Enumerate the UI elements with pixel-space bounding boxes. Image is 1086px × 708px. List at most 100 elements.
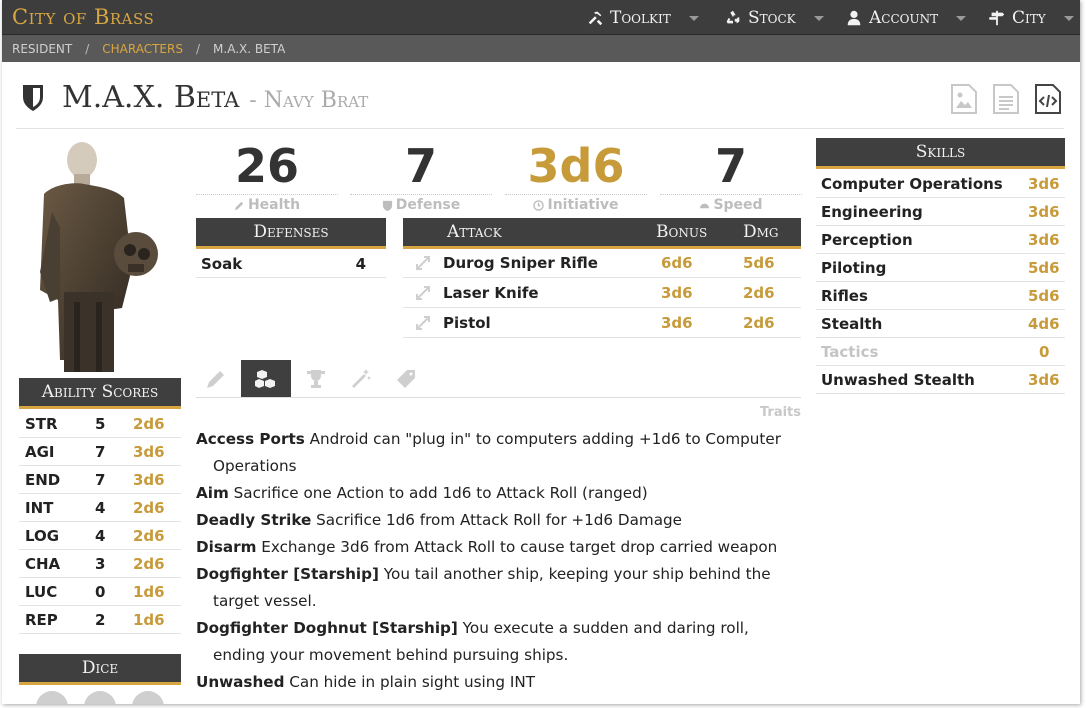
stat-health-label: Health	[247, 197, 301, 213]
trait-name: Access Ports	[196, 430, 305, 448]
skill-dice[interactable]: 5d6	[1028, 287, 1060, 305]
traits-label: Traits	[759, 405, 801, 420]
trait-name: Aim	[196, 484, 229, 502]
stat-speed-label-row: Speed	[660, 194, 802, 214]
breadcrumb-separator: /	[85, 41, 90, 56]
character-portrait	[40, 142, 158, 372]
nav-city[interactable]: City	[988, 7, 1074, 29]
trait-name: Deadly Strike	[196, 511, 312, 529]
attack-dmg[interactable]: 5d6	[743, 254, 775, 272]
tab-traits[interactable]	[241, 360, 291, 397]
dice-title: Dice	[81, 658, 119, 678]
ability-key: LOG	[25, 526, 60, 545]
trait-item: Unwashed Can hide in plain sight using I…	[196, 669, 801, 696]
nav-account[interactable]: Account	[845, 7, 967, 29]
ability-key: REP	[25, 610, 58, 629]
attack-name: Pistol	[443, 313, 491, 332]
ability-key: CHA	[25, 554, 61, 573]
text-file-icon[interactable]	[992, 83, 1020, 115]
skill-dice[interactable]: 5d6	[1028, 259, 1060, 277]
stat-health-value[interactable]: 26	[196, 138, 338, 194]
defense-name: Soak	[201, 254, 243, 273]
tabs-divider	[196, 397, 801, 398]
tab-tags[interactable]	[386, 360, 426, 397]
skill-dice[interactable]: 3d6	[1028, 175, 1060, 193]
trait-item: Access Ports Android can "plug in" to co…	[196, 426, 801, 480]
die-button[interactable]	[84, 691, 116, 704]
tab-magic[interactable]	[341, 360, 381, 397]
nav-stock-label: Stock	[748, 8, 796, 28]
chevron-down-icon	[956, 15, 967, 21]
page-actions	[950, 83, 1062, 115]
pencil-icon	[234, 201, 244, 210]
ability-row: CHA 3 2d6	[19, 550, 181, 578]
trait-item: Aim Sacrifice one Action to add 1d6 to A…	[196, 480, 801, 507]
stat-health: 26 Health	[196, 138, 338, 214]
stat-defense-label-row: Defense	[350, 194, 492, 214]
skill-dice[interactable]: 4d6	[1028, 315, 1060, 333]
ability-dice[interactable]: 2d6	[133, 555, 165, 573]
skill-row: Rifles 5d6	[816, 282, 1065, 310]
stat-initiative-value[interactable]: 3d6	[505, 138, 647, 194]
attack-bonus[interactable]: 3d6	[661, 284, 743, 302]
chevron-down-icon	[1063, 15, 1074, 21]
expand-icon[interactable]	[403, 314, 443, 332]
skill-row: Tactics 0	[816, 338, 1065, 366]
user-icon	[847, 10, 861, 26]
ability-dice[interactable]: 2d6	[133, 527, 165, 545]
tab-achievements[interactable]	[296, 360, 336, 397]
nav-account-label: Account	[869, 8, 939, 28]
nav-stock[interactable]: Stock	[724, 7, 824, 29]
breadcrumb-separator: /	[195, 41, 201, 56]
attack-col-title: Attack	[447, 222, 502, 242]
breadcrumb: Resident / Characters / M.A.X. Beta	[2, 35, 1080, 62]
ability-key: LUC	[25, 582, 58, 601]
ability-value: 5	[95, 414, 106, 433]
skill-dice[interactable]: 3d6	[1028, 371, 1060, 389]
image-file-icon[interactable]	[950, 83, 978, 115]
attack-bonus[interactable]: 6d6	[661, 254, 743, 272]
trait-name: Disarm	[196, 538, 257, 556]
cubes-icon	[255, 369, 275, 388]
attack-row: Durog Sniper Rifle 6d6 5d6	[403, 248, 801, 278]
brand-logo[interactable]: City of Brass	[12, 5, 154, 29]
trait-text: Sacrifice 1d6 from Attack Roll for +1d6 …	[316, 511, 683, 529]
character-subtitle: - Navy Brat	[249, 88, 369, 113]
breadcrumb-resident[interactable]: Resident	[12, 42, 72, 56]
title-divider	[16, 128, 1064, 129]
ability-dice[interactable]: 2d6	[133, 499, 165, 517]
die-button[interactable]	[132, 691, 164, 704]
tab-notes[interactable]	[196, 360, 236, 397]
attack-dmg[interactable]: 2d6	[743, 314, 775, 332]
skill-row: Piloting 5d6	[816, 254, 1065, 282]
dmg-col-title: Dmg	[743, 222, 779, 242]
skill-dice[interactable]: 3d6	[1028, 203, 1060, 221]
shield-icon	[23, 84, 43, 111]
die-button[interactable]	[36, 691, 68, 704]
skill-row: Unwashed Stealth 3d6	[816, 366, 1065, 394]
trait-item: Dogfighter [Starship] You tail another s…	[196, 561, 801, 615]
attack-row: Pistol 3d6 2d6	[403, 308, 801, 338]
ability-value: 4	[95, 498, 106, 517]
ability-dice[interactable]: 3d6	[133, 471, 165, 489]
code-file-icon[interactable]	[1034, 83, 1062, 115]
expand-icon[interactable]	[403, 284, 443, 302]
ability-dice[interactable]: 2d6	[133, 415, 165, 433]
nav-toolkit[interactable]: Toolkit	[586, 7, 699, 29]
trait-text: Exchange 3d6 from Attack Roll to cause t…	[261, 538, 778, 556]
recycle-icon	[726, 10, 740, 24]
skill-row: Engineering 3d6	[816, 198, 1065, 226]
skill-row: Stealth 4d6	[816, 310, 1065, 338]
ability-dice[interactable]: 1d6	[133, 611, 165, 629]
detail-tabs	[196, 360, 431, 397]
nav-city-label: City	[1012, 8, 1046, 28]
skill-dice[interactable]: 0	[1039, 343, 1049, 361]
skill-dice[interactable]: 3d6	[1028, 231, 1060, 249]
breadcrumb-characters[interactable]: Characters	[102, 42, 183, 56]
attack-bonus[interactable]: 3d6	[661, 314, 743, 332]
expand-icon[interactable]	[403, 254, 443, 272]
attack-dmg[interactable]: 2d6	[743, 284, 775, 302]
skill-name: Piloting	[821, 258, 887, 277]
ability-dice[interactable]: 1d6	[133, 583, 165, 601]
ability-dice[interactable]: 3d6	[133, 443, 165, 461]
